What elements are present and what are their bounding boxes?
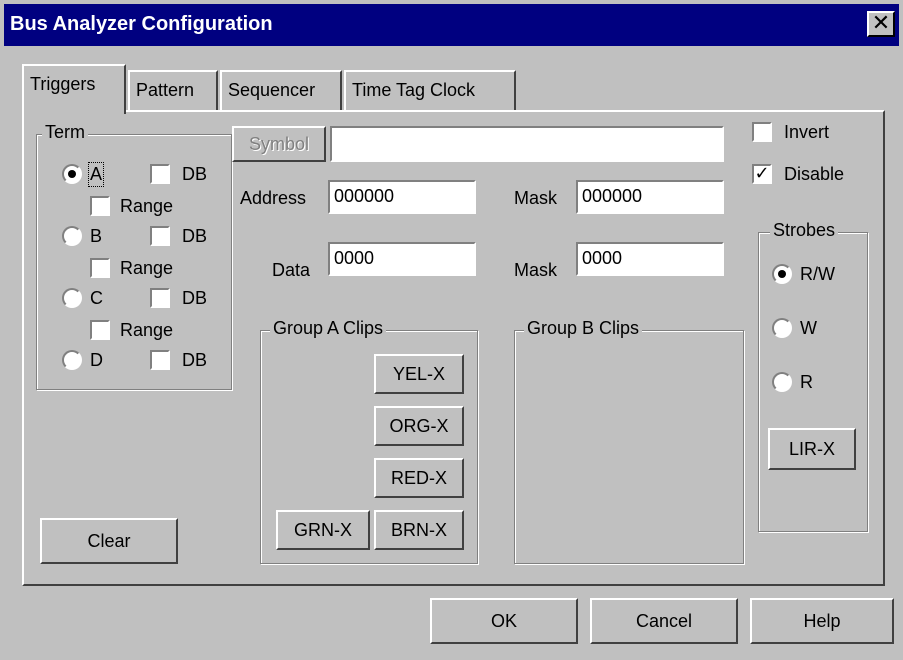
- lir-x-button[interactable]: LIR-X: [768, 428, 856, 470]
- brn-x-button-label: BRN-X: [390, 520, 447, 540]
- address-label: Address: [240, 188, 307, 208]
- strobe-r-radio[interactable]: [772, 372, 792, 392]
- strobe-rw-label: R/W: [800, 264, 835, 284]
- red-x-button-label: RED-X: [390, 468, 447, 488]
- cancel-button-label: Cancel: [635, 611, 693, 631]
- address-mask-input[interactable]: 000000: [576, 180, 724, 214]
- term-d-label: D: [90, 350, 103, 370]
- clear-button-label: Clear: [87, 531, 131, 551]
- group-b-clips-label: Group B Clips: [524, 318, 643, 339]
- org-x-button[interactable]: ORG-X: [374, 406, 464, 446]
- org-x-button-label: ORG-X: [389, 416, 449, 436]
- term-a-db-checkbox[interactable]: [150, 164, 170, 184]
- window-title: Bus Analyzer Configuration: [10, 13, 273, 35]
- strobe-rw-radio[interactable]: [772, 264, 792, 284]
- term-c-range-checkbox[interactable]: [90, 320, 110, 340]
- strobes-label: Strobes: [770, 220, 839, 241]
- tab-triggers[interactable]: Triggers: [22, 64, 126, 114]
- term-b-db-checkbox[interactable]: [150, 226, 170, 246]
- close-button[interactable]: ✕: [867, 11, 895, 37]
- strobe-r-label: R: [800, 372, 813, 392]
- help-button-label: Help: [803, 611, 841, 631]
- ok-button[interactable]: OK: [430, 598, 578, 644]
- grn-x-button-label: GRN-X: [294, 520, 352, 540]
- data-label: Data: [272, 260, 311, 280]
- disable-label: Disable: [784, 164, 845, 184]
- tab-panel: Term A DB Range B DB Range C DB Range D …: [22, 110, 885, 586]
- term-c-label: C: [90, 288, 103, 308]
- data-mask-input[interactable]: 0000: [576, 242, 724, 276]
- clear-button[interactable]: Clear: [40, 518, 178, 564]
- ok-button-label: OK: [490, 611, 517, 631]
- term-d-db-checkbox[interactable]: [150, 350, 170, 370]
- data-input[interactable]: 0000: [328, 242, 476, 276]
- tab-label: Pattern: [136, 80, 195, 100]
- tab-label: Time Tag Clock: [352, 80, 476, 100]
- term-c-db-label: DB: [182, 288, 208, 308]
- check-mark-icon: ✓: [754, 163, 770, 183]
- tab-label: Triggers: [30, 74, 96, 94]
- invert-label: Invert: [784, 122, 830, 142]
- term-b-range-checkbox[interactable]: [90, 258, 110, 278]
- tab-time-tag-clock[interactable]: Time Tag Clock: [344, 70, 516, 110]
- term-c-range-label: Range: [120, 320, 174, 340]
- red-x-button[interactable]: RED-X: [374, 458, 464, 498]
- term-b-db-label: DB: [182, 226, 208, 246]
- tab-label: Sequencer: [228, 80, 316, 100]
- term-d-radio[interactable]: [62, 350, 82, 370]
- close-icon: ✕: [871, 10, 891, 35]
- cancel-button[interactable]: Cancel: [590, 598, 738, 644]
- tab-sequencer[interactable]: Sequencer: [220, 70, 342, 110]
- dialog-window: Bus Analyzer Configuration ✕ Triggers Pa…: [0, 0, 903, 660]
- term-group-label: Term: [42, 122, 88, 143]
- symbol-button[interactable]: Symbol: [232, 126, 326, 162]
- term-d-db-label: DB: [182, 350, 208, 370]
- term-a-radio[interactable]: [62, 164, 82, 184]
- term-b-range-label: Range: [120, 258, 174, 278]
- address-mask-label: Mask: [514, 188, 558, 208]
- strobe-w-radio[interactable]: [772, 318, 792, 338]
- grn-x-button[interactable]: GRN-X: [276, 510, 370, 550]
- group-a-clips-label: Group A Clips: [270, 318, 387, 339]
- brn-x-button[interactable]: BRN-X: [374, 510, 464, 550]
- strobe-w-label: W: [800, 318, 817, 338]
- address-input[interactable]: 000000: [328, 180, 476, 214]
- data-mask-label: Mask: [514, 260, 558, 280]
- term-b-label: B: [90, 226, 103, 246]
- invert-checkbox[interactable]: [752, 122, 772, 142]
- term-a-label: A: [87, 162, 105, 187]
- term-a-db-label: DB: [182, 164, 208, 184]
- title-bar[interactable]: Bus Analyzer Configuration ✕: [4, 4, 899, 46]
- symbol-input[interactable]: [330, 126, 724, 162]
- disable-checkbox[interactable]: ✓: [752, 164, 772, 184]
- term-b-radio[interactable]: [62, 226, 82, 246]
- term-c-radio[interactable]: [62, 288, 82, 308]
- tab-pattern[interactable]: Pattern: [128, 70, 218, 110]
- yel-x-button[interactable]: YEL-X: [374, 354, 464, 394]
- symbol-button-label: Symbol: [248, 134, 310, 154]
- term-a-range-checkbox[interactable]: [90, 196, 110, 216]
- group-b-clips-group: [514, 330, 744, 564]
- lir-x-button-label: LIR-X: [788, 439, 835, 459]
- yel-x-button-label: YEL-X: [392, 364, 446, 384]
- term-c-db-checkbox[interactable]: [150, 288, 170, 308]
- help-button[interactable]: Help: [750, 598, 894, 644]
- term-a-range-label: Range: [120, 196, 174, 216]
